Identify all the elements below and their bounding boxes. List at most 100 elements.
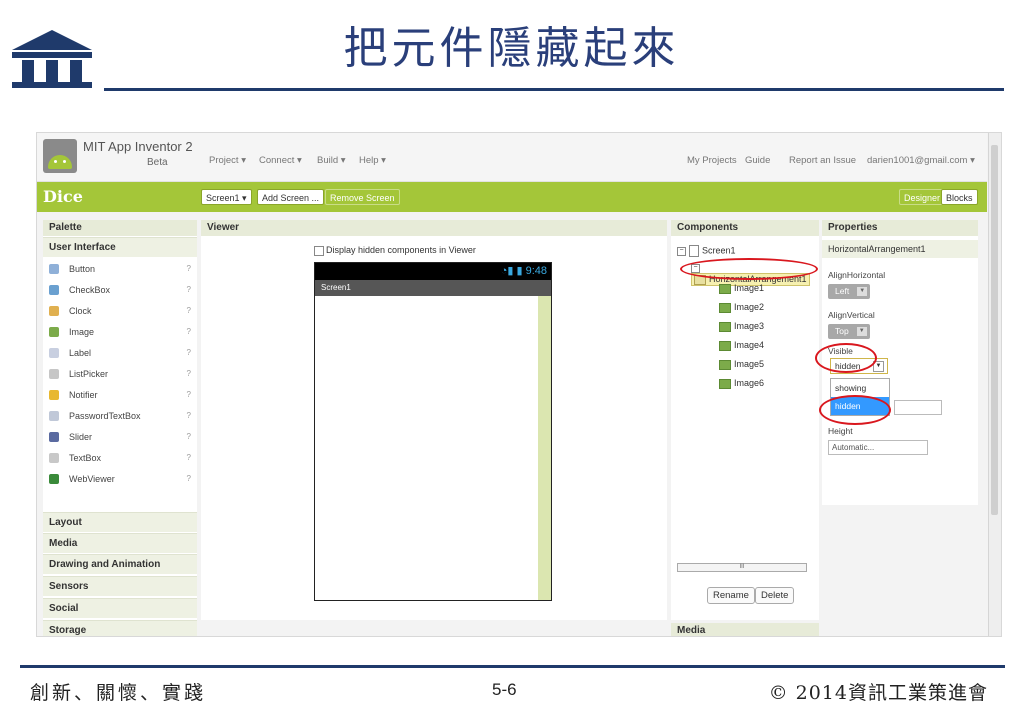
help-icon[interactable]: ?	[187, 390, 191, 399]
tree-image-label: Image5	[734, 359, 765, 369]
phone-preview: ◔▮ ▮ 9:48 Screen1	[314, 262, 552, 601]
screen-icon	[689, 245, 699, 257]
palette-panel: Palette User Interface Button? CheckBox? C…	[43, 220, 197, 636]
help-icon[interactable]: ?	[187, 348, 191, 357]
selected-component-name: HorizontalArrangement1	[822, 240, 978, 258]
tree-image-label: Image3	[734, 321, 765, 331]
help-icon[interactable]: ?	[187, 474, 191, 483]
help-icon[interactable]: ?	[187, 369, 191, 378]
collapse-icon[interactable]: −	[677, 246, 686, 256]
remove-screen-button[interactable]: Remove Screen	[325, 189, 400, 205]
align-horizontal-select[interactable]: Left ▼	[828, 284, 871, 299]
palette-item-label: Clock	[69, 306, 92, 316]
image-icon	[719, 378, 731, 389]
category-layout[interactable]: Layout	[43, 512, 197, 532]
palette-item-button[interactable]: Button?	[43, 260, 197, 281]
palette-item-slider[interactable]: Slider?	[43, 428, 197, 449]
category-drawing[interactable]: Drawing and Animation	[43, 554, 197, 574]
help-icon[interactable]: ?	[187, 264, 191, 273]
blocks-button[interactable]: Blocks	[941, 189, 978, 205]
palette-item-label: Image	[69, 327, 95, 337]
screen-select[interactable]: Screen1 ▾	[201, 189, 252, 205]
palette-item-checkbox[interactable]: CheckBox?	[43, 281, 197, 302]
footer-slogan: 創新、關懷、實踐	[30, 682, 207, 704]
palette-item-webviewer[interactable]: WebViewer?	[43, 470, 197, 491]
tree-screen1[interactable]: − Screen1	[677, 245, 736, 257]
align-vertical-label: AlignVertical	[828, 310, 875, 320]
width-field[interactable]	[894, 400, 942, 415]
image-icon	[719, 302, 731, 313]
user-interface-section[interactable]: User Interface	[43, 237, 197, 257]
palette-item-label: WebViewer	[69, 474, 115, 484]
delete-button[interactable]: Delete	[755, 587, 795, 604]
tree-image-4[interactable]: Image4	[719, 340, 764, 351]
viewer-heading: Viewer	[201, 220, 667, 236]
palette-item-label: PasswordTextBox	[69, 411, 141, 421]
scrollbar-thumb[interactable]	[991, 145, 998, 515]
guide-link[interactable]: Guide	[745, 155, 770, 166]
menu-build[interactable]: Build ▾	[317, 155, 346, 166]
display-hidden-label: Display hidden components in Viewer	[326, 245, 476, 255]
palette-item-notifier[interactable]: Notifier?	[43, 386, 197, 407]
components-hscroll[interactable]: III	[677, 563, 807, 572]
palette-item-listpicker[interactable]: ListPicker?	[43, 365, 197, 386]
designer-button[interactable]: Designer	[899, 189, 946, 205]
status-time: ◔▮ ▮ 9:48	[500, 265, 547, 277]
height-field[interactable]: Automatic...	[828, 440, 928, 455]
align-horizontal-label: AlignHorizontal	[828, 270, 886, 280]
highlight-hidden-option	[819, 395, 891, 425]
category-social[interactable]: Social	[43, 598, 197, 618]
menu-connect[interactable]: Connect ▾	[259, 155, 302, 166]
palette-item-label: CheckBox	[69, 285, 111, 295]
tree-image-2[interactable]: Image2	[719, 302, 764, 313]
textbox-icon	[49, 453, 59, 463]
menu-project[interactable]: Project ▾	[209, 155, 246, 166]
image-icon	[49, 327, 59, 337]
tree-image-1[interactable]: Image1	[719, 283, 764, 294]
category-storage[interactable]: Storage	[43, 620, 197, 636]
palette-item-textbox[interactable]: TextBox?	[43, 449, 197, 470]
help-icon[interactable]: ?	[187, 411, 191, 420]
display-hidden-option[interactable]: Display hidden components in Viewer	[314, 245, 476, 256]
help-icon[interactable]: ?	[187, 327, 191, 336]
rename-button[interactable]: Rename	[707, 587, 755, 604]
beta-label: Beta	[147, 157, 168, 168]
align-vertical-select[interactable]: Top ▼	[828, 324, 870, 339]
window-scrollbar[interactable]	[988, 133, 1001, 636]
checkbox-icon	[49, 285, 59, 295]
viewer-panel: Viewer Display hidden components in View…	[201, 220, 667, 620]
password-icon	[49, 411, 59, 421]
tree-image-6[interactable]: Image6	[719, 378, 764, 389]
palette-item-clock[interactable]: Clock?	[43, 302, 197, 323]
media-heading: Media	[671, 623, 819, 636]
help-icon[interactable]: ?	[187, 285, 191, 294]
help-icon[interactable]: ?	[187, 306, 191, 315]
palette-item-label: Slider	[69, 432, 93, 442]
project-name: Dice	[43, 187, 83, 206]
app-name: MIT App Inventor 2	[83, 139, 193, 154]
help-icon[interactable]: ?	[187, 432, 191, 441]
palette-item-image[interactable]: Image?	[43, 323, 197, 344]
highlight-arrangement	[680, 258, 818, 280]
image-icon	[719, 283, 731, 294]
palette-item-label: Button	[69, 264, 96, 274]
add-screen-button[interactable]: Add Screen ...	[257, 189, 325, 205]
phone-status-bar: ◔▮ ▮ 9:48	[315, 263, 551, 280]
tree-image-3[interactable]: Image3	[719, 321, 764, 332]
account-menu[interactable]: darien1001@gmail.com ▾	[867, 155, 975, 166]
tree-image-5[interactable]: Image5	[719, 359, 764, 370]
help-icon[interactable]: ?	[187, 453, 191, 462]
palette-item-label: Label	[69, 348, 92, 358]
slider-icon	[49, 432, 59, 442]
my-projects-link[interactable]: My Projects	[687, 155, 737, 166]
header-rule	[104, 88, 1004, 91]
palette-item-passwordtextbox[interactable]: PasswordTextBox?	[43, 407, 197, 428]
display-hidden-checkbox[interactable]	[314, 245, 324, 256]
category-sensors[interactable]: Sensors	[43, 576, 197, 596]
category-media[interactable]: Media	[43, 533, 197, 553]
phone-scrollbar	[538, 296, 551, 600]
menu-help[interactable]: Help ▾	[359, 155, 386, 166]
palette-item-label[interactable]: Label?	[43, 344, 197, 365]
report-issue-link[interactable]: Report an Issue	[789, 155, 856, 166]
label-icon	[49, 348, 59, 358]
